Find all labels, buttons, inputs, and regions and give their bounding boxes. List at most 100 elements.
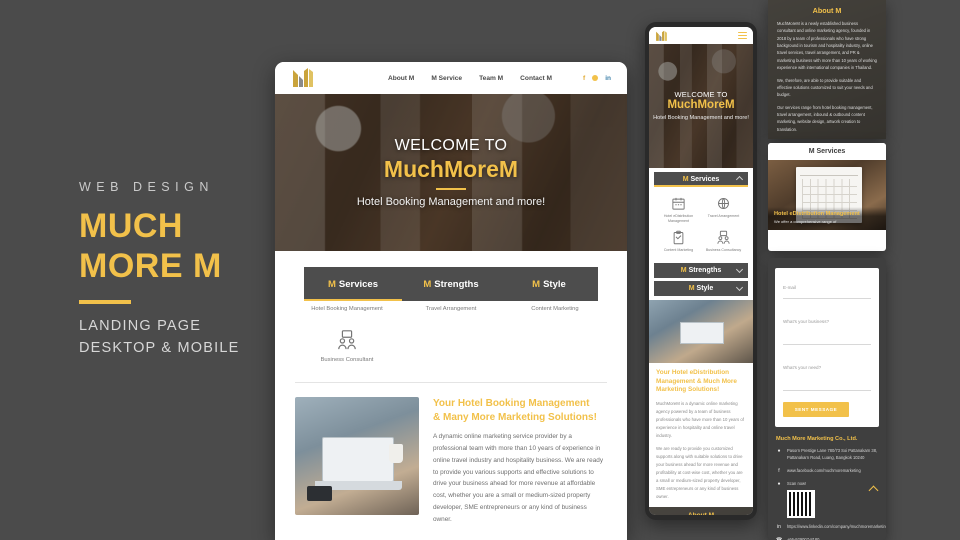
- need-field-placeholder: What's your need?: [783, 365, 822, 370]
- tab-strengths-prefix: M: [423, 278, 432, 290]
- qr-bullet-icon: ●: [777, 481, 781, 487]
- contact-panel: E-mail What's your business? What's your…: [768, 258, 886, 540]
- mobile-about-inner: About M MuchMoreM is a newly established…: [649, 506, 753, 515]
- accordion-services-label: Services: [690, 176, 720, 183]
- title-divider: [79, 300, 131, 305]
- tab-services-prefix: M: [327, 278, 336, 290]
- desktop-nav-links: About M M Service Team M Contact M f in: [388, 75, 611, 82]
- tab-services-label: Services: [338, 278, 378, 290]
- accordion-services-prefix: M: [682, 176, 689, 183]
- accordion-style-prefix: M: [688, 284, 695, 292]
- service-label: Business Consultancy: [705, 247, 742, 252]
- title-panel: WEB DESIGN MUCH MORE M LANDING PAGE DESK…: [0, 0, 275, 540]
- project-subtitle: LANDING PAGE DESKTOP & MOBILE: [79, 316, 275, 360]
- tab-style-label: Style: [543, 278, 566, 290]
- feature-heading-line1: Your Hotel Booking Management: [433, 398, 590, 409]
- hero-brand: MuchMoreM: [383, 156, 519, 182]
- company-name: Much More Marketing Co., Ltd.: [776, 436, 858, 442]
- feature-photo: [295, 397, 419, 515]
- nav-link-about[interactable]: About M: [388, 75, 414, 82]
- accordion-services[interactable]: M Services: [654, 172, 748, 187]
- service-label: Hotel eDistribution Management: [663, 214, 694, 223]
- nav-link-team[interactable]: Team M: [479, 75, 503, 82]
- feature-body: A dynamic online marketing service provi…: [433, 433, 604, 523]
- facebook-icon: f: [778, 467, 780, 474]
- service-item-title: Hotel eDistribution Management: [774, 211, 860, 217]
- tab-services[interactable]: M Services: [304, 267, 402, 301]
- mobile-screen: WELCOME TO MuchMoreM Hotel Booking Manag…: [649, 27, 753, 515]
- linkedin-icon[interactable]: in: [605, 75, 611, 82]
- feature-text: Your Hotel Booking Management & Many Mor…: [433, 397, 607, 526]
- chevron-down-icon: [735, 265, 744, 273]
- desktop-navbar: About M M Service Team M Contact M f in: [275, 62, 627, 94]
- mobile-feature-text: Your Hotel eDistribution Management & Mu…: [649, 363, 753, 501]
- feature-heading: Your Hotel eDistribution Management & Mu…: [656, 368, 737, 394]
- logo-icon[interactable]: [291, 67, 315, 89]
- qr-code-image[interactable]: [787, 489, 815, 518]
- facebook-url: www.facebook.com/muchmoremarketing: [787, 467, 861, 473]
- hero-tagline: Hotel Booking Management and more!: [356, 196, 546, 208]
- services-panel-caption: Hotel eDistribution Management We offer …: [768, 207, 886, 230]
- qr-row: ● Scan now!: [776, 481, 878, 518]
- about-paragraph-1: MuchMoreM is a newly established busines…: [777, 21, 877, 71]
- facebook-row[interactable]: f www.facebook.com/muchmoremarketing: [776, 468, 878, 476]
- facebook-icon[interactable]: f: [583, 75, 585, 82]
- service-item[interactable]: Hotel eDistribution Management: [656, 196, 701, 224]
- cup-shape: [389, 444, 403, 464]
- feature-heading-line2: & Many More Marketing Solutions!: [433, 411, 597, 423]
- desktop-hero: WELCOME TO MuchMoreM Hotel Booking Manag…: [275, 94, 627, 251]
- linkedin-url: https://www.linkedin.com/company/muchmor…: [787, 523, 886, 529]
- mobile-hero: WELCOME TO MuchMoreM Hotel Booking Manag…: [649, 44, 753, 168]
- hero-divider: [436, 188, 466, 190]
- address-text: Pasorn Prestige Lane 780/73 Soi Pattanak…: [787, 448, 878, 460]
- about-panel-inner: About M MuchMoreM is a newly established…: [768, 0, 886, 139]
- feature-body-p2: We are ready to provide you customized s…: [656, 446, 743, 499]
- project-title: MUCH MORE M: [79, 207, 275, 287]
- project-title-line1: MUCH: [79, 207, 183, 246]
- linkedin-row[interactable]: in https://www.linkedin.com/company/much…: [776, 523, 886, 532]
- about-paragraph-3: Our services range from hotel booking ma…: [777, 104, 873, 132]
- phone-shape: [307, 485, 333, 501]
- hero-tagline: Hotel Booking Management and more!: [653, 114, 749, 121]
- desktop-feature-section: Your Hotel Booking Management & Many Mor…: [275, 383, 627, 526]
- services-panel: M Services Hotel eDistribution Managemen…: [768, 143, 886, 251]
- calendar-icon: [671, 196, 686, 211]
- subtitle-line2: DESKTOP & MOBILE: [79, 339, 240, 356]
- mobile-services-grid: Hotel eDistribution Management Travel Ar…: [654, 190, 748, 263]
- laptop-shape: [314, 437, 402, 491]
- email-field[interactable]: E-mail: [783, 276, 871, 299]
- desktop-social-icons: f in: [583, 75, 611, 82]
- accordion-style[interactable]: M Style: [654, 280, 748, 296]
- service-item[interactable]: Content Marketing: [656, 230, 701, 253]
- tab-style[interactable]: M Style: [500, 267, 598, 301]
- nav-link-service[interactable]: M Service: [431, 75, 462, 82]
- qr-label: Scan now!: [787, 481, 807, 486]
- service-item[interactable]: Travel Arrangement: [701, 196, 746, 224]
- about-heading: About M: [812, 6, 842, 15]
- tab-strengths-label: Strengths: [434, 278, 479, 290]
- send-message-button[interactable]: SENT MESSAGE: [783, 402, 849, 417]
- nav-link-contact[interactable]: Contact M: [520, 75, 552, 82]
- service-item[interactable]: Business Consultant: [295, 329, 399, 363]
- business-field[interactable]: What's your business?: [783, 310, 871, 345]
- service-label: Hotel Booking Management: [311, 306, 383, 312]
- service-label: Travel Arrangement: [425, 306, 477, 312]
- tab-strengths[interactable]: M Strengths: [402, 267, 500, 301]
- kicker-text: WEB DESIGN: [79, 180, 214, 195]
- line-icon[interactable]: [592, 75, 599, 81]
- accordion-strengths[interactable]: M Strengths: [654, 262, 748, 278]
- subtitle-line1: LANDING PAGE: [79, 318, 202, 335]
- logo-icon[interactable]: [655, 30, 668, 42]
- people-icon: [716, 230, 731, 245]
- services-panel-heading: M Services: [768, 143, 886, 160]
- hamburger-icon[interactable]: [738, 30, 747, 41]
- contact-form: E-mail What's your business? What's your…: [775, 268, 879, 427]
- service-item[interactable]: Business Consultancy: [701, 230, 746, 253]
- need-field[interactable]: What's your need?: [783, 356, 871, 391]
- linkedin-icon: in: [777, 523, 781, 530]
- about-panel: About M MuchMoreM is a newly established…: [768, 0, 886, 139]
- desktop-mockup: About M M Service Team M Contact M f in …: [275, 62, 627, 540]
- address-row: ● Pasorn Prestige Lane 780/73 Soi Pattan…: [776, 448, 878, 462]
- accordion-strengths-label: Strengths: [688, 266, 722, 274]
- services-panel-image: Hotel eDistribution Management We offer …: [768, 160, 886, 230]
